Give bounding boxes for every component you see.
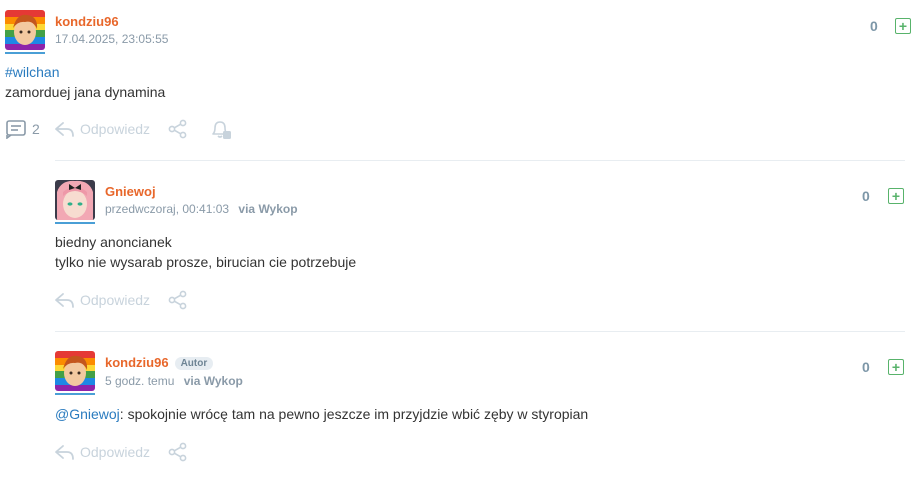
avatar-underline bbox=[5, 52, 45, 54]
comment-vote-count: 0 bbox=[862, 359, 870, 375]
comment-body: biedny anoncianek tylko nie wysarab pros… bbox=[55, 232, 356, 272]
comment-avatar[interactable] bbox=[55, 351, 95, 391]
username[interactable]: kondziu96 bbox=[55, 14, 119, 29]
comment-line: biedny anoncianek bbox=[55, 234, 172, 250]
upvote-button[interactable]: + bbox=[895, 18, 911, 34]
hashtag-link[interactable]: #wilchan bbox=[5, 64, 59, 80]
share-icon bbox=[168, 119, 187, 139]
reply-button[interactable]: Odpowiedz bbox=[54, 119, 150, 139]
share-icon bbox=[168, 442, 187, 462]
comment-source: via Wykop bbox=[238, 202, 298, 216]
comment-meta: przedwczoraj, 00:41:03 via Wykop bbox=[105, 202, 298, 216]
comment-reply-button[interactable]: Odpowiedz bbox=[54, 442, 150, 462]
notify-bell-icon bbox=[212, 121, 231, 139]
comments-icon bbox=[6, 120, 26, 139]
avatar[interactable] bbox=[5, 10, 45, 50]
reply-icon bbox=[55, 122, 74, 137]
comment-vote-count: 0 bbox=[862, 188, 870, 204]
comment-body: @Gniewoj: spokojnie wrócę tam na pewno j… bbox=[55, 404, 588, 424]
share-icon bbox=[168, 290, 187, 310]
reply-icon bbox=[55, 293, 74, 308]
post-text: zamorduej jana dynamina bbox=[5, 84, 166, 100]
divider bbox=[55, 331, 905, 332]
mention-link[interactable]: @Gniewoj bbox=[55, 406, 120, 422]
comment-reply-button[interactable]: Odpowiedz bbox=[54, 290, 150, 310]
reply-label: Odpowiedz bbox=[80, 292, 151, 308]
comment-author-name[interactable]: kondziu96 bbox=[105, 355, 169, 370]
share-button[interactable] bbox=[167, 119, 189, 139]
notify-button[interactable] bbox=[209, 119, 233, 141]
comment-upvote-button[interactable]: + bbox=[888, 359, 904, 375]
comment-upvote-button[interactable]: + bbox=[888, 188, 904, 204]
comment-count: 2 bbox=[32, 121, 40, 137]
comment-text: : spokojnie wrócę tam na pewno jeszcze i… bbox=[119, 406, 589, 422]
comment-avatar[interactable] bbox=[55, 180, 95, 220]
avatar-underline bbox=[55, 393, 95, 395]
comments-toggle[interactable]: 2 bbox=[5, 119, 40, 139]
vote-count: 0 bbox=[870, 18, 878, 34]
post-body: #wilchan zamorduej jana dynamina bbox=[5, 62, 165, 102]
comment-timestamp[interactable]: przedwczoraj, 00:41:03 bbox=[105, 202, 229, 216]
comment-share-button[interactable] bbox=[167, 442, 189, 462]
author-badge: Autor bbox=[174, 357, 214, 370]
comment-line: tylko nie wysarab prosze, birucian cie p… bbox=[55, 254, 357, 270]
comment-timestamp[interactable]: 5 godz. temu bbox=[105, 374, 174, 388]
comment-meta: 5 godz. temu via Wykop bbox=[105, 374, 243, 388]
comment-username: kondziu96 Autor bbox=[105, 355, 214, 370]
comment-share-button[interactable] bbox=[167, 290, 189, 310]
comment-source: via Wykop bbox=[183, 374, 243, 388]
reply-icon bbox=[55, 445, 74, 460]
divider bbox=[55, 160, 905, 161]
avatar-underline bbox=[55, 222, 95, 224]
timestamp[interactable]: 17.04.2025, 23:05:55 bbox=[55, 32, 168, 46]
reply-label: Odpowiedz bbox=[80, 444, 151, 460]
reply-label: Odpowiedz bbox=[80, 121, 151, 137]
comment-username[interactable]: Gniewoj bbox=[105, 184, 156, 199]
